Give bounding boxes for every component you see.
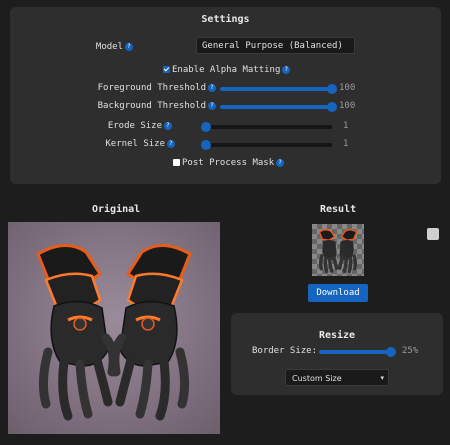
foreground-threshold-value: 100 xyxy=(339,83,356,93)
size-select[interactable]: Custom Size ▾ xyxy=(285,369,389,386)
model-select[interactable]: General Purpose (Balanced) xyxy=(196,37,355,54)
result-checkbox[interactable] xyxy=(427,228,439,240)
info-icon[interactable]: ? xyxy=(164,121,172,130)
chevron-down-icon: ▾ xyxy=(380,374,384,382)
resize-title: Resize xyxy=(318,330,356,341)
result-image xyxy=(312,224,364,276)
checkbox-unchecked-icon[interactable] xyxy=(173,159,180,166)
resize-panel: Resize Border Size: 25% Custom Size ▾ xyxy=(231,313,443,395)
border-size-slider[interactable] xyxy=(319,347,397,357)
background-threshold-value: 100 xyxy=(339,101,356,111)
settings-title: Settings xyxy=(201,14,250,25)
kernel-size-slider[interactable] xyxy=(201,140,332,150)
post-process-checkbox[interactable]: Post Process Mask? xyxy=(173,158,285,168)
slider-thumb[interactable] xyxy=(327,84,337,94)
background-threshold-slider[interactable] xyxy=(220,102,337,112)
foreground-threshold-slider[interactable] xyxy=(220,84,337,94)
info-icon[interactable]: ? xyxy=(276,158,285,167)
model-label: Model? xyxy=(96,42,133,52)
erode-size-slider[interactable] xyxy=(201,122,332,132)
slider-thumb[interactable] xyxy=(201,140,211,150)
slider-fill xyxy=(319,350,392,354)
info-icon[interactable]: ? xyxy=(282,65,291,74)
gloves-result-illustration xyxy=(318,229,358,274)
download-button[interactable]: Download xyxy=(308,284,368,302)
kernel-size-label: Kernel Size? xyxy=(105,139,175,149)
checkbox-checked-icon[interactable] xyxy=(163,66,170,73)
result-heading: Result xyxy=(320,204,357,215)
border-size-value: 25% xyxy=(402,346,419,356)
slider-fill xyxy=(220,87,332,91)
info-icon[interactable]: ? xyxy=(125,42,133,51)
info-icon[interactable]: ? xyxy=(208,101,216,110)
background-threshold-label: Background Threshold? xyxy=(98,101,216,111)
slider-thumb[interactable] xyxy=(201,122,211,132)
kernel-size-value: 1 xyxy=(343,139,349,149)
gloves-illustration xyxy=(36,244,192,421)
erode-size-label: Erode Size? xyxy=(108,121,172,131)
foreground-threshold-label: Foreground Threshold? xyxy=(98,83,216,93)
info-icon[interactable]: ? xyxy=(167,139,175,148)
size-select-value: Custom Size xyxy=(292,374,342,383)
settings-panel: Settings Model? General Purpose (Balance… xyxy=(10,7,441,184)
slider-thumb[interactable] xyxy=(327,102,337,112)
border-size-label: Border Size: xyxy=(252,346,318,356)
original-image xyxy=(8,222,220,434)
info-icon[interactable]: ? xyxy=(208,83,216,92)
erode-size-value: 1 xyxy=(343,121,349,131)
alpha-matting-checkbox[interactable]: Enable Alpha Matting? xyxy=(163,65,291,75)
slider-fill xyxy=(220,105,332,109)
slider-thumb[interactable] xyxy=(386,347,397,357)
original-heading: Original xyxy=(92,204,141,215)
